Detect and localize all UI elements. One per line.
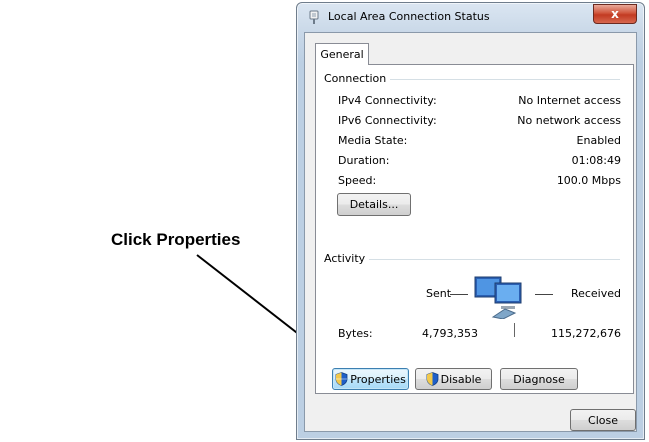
connection-group-divider xyxy=(376,79,620,80)
received-label: Received xyxy=(570,287,621,300)
tab-general[interactable]: General xyxy=(315,43,369,65)
properties-button-label: Properties xyxy=(350,372,406,386)
network-computers-icon xyxy=(474,276,522,319)
ipv6-value: No network access xyxy=(517,114,621,127)
network-adapter-icon xyxy=(309,10,319,24)
title-bar[interactable]: Local Area Connection Status x xyxy=(297,3,644,31)
info-row-media-state: Media State: Enabled xyxy=(338,134,621,148)
diagnose-button[interactable]: Diagnose xyxy=(500,368,578,390)
status-dialog: Local Area Connection Status x General C… xyxy=(296,2,645,440)
close-icon: x xyxy=(611,7,619,21)
properties-button[interactable]: Properties xyxy=(332,368,409,390)
speed-value: 100.0 Mbps xyxy=(556,174,621,187)
bytes-separator xyxy=(514,323,515,337)
connection-group-label: Connection xyxy=(324,72,391,85)
close-window-button[interactable]: x xyxy=(593,4,637,24)
ipv4-value: No Internet access xyxy=(518,94,621,107)
uac-shield-icon xyxy=(426,372,438,386)
bytes-received-value: 115,272,676 xyxy=(551,327,621,340)
disable-button[interactable]: Disable xyxy=(415,368,492,390)
info-row-speed: Speed: 100.0 Mbps xyxy=(338,174,621,188)
ipv6-label: IPv6 Connectivity: xyxy=(338,114,437,127)
speed-label: Speed: xyxy=(338,174,377,187)
sent-line xyxy=(450,294,468,295)
ipv4-label: IPv4 Connectivity: xyxy=(338,94,437,107)
uac-shield-icon xyxy=(335,372,348,386)
sent-label: Sent xyxy=(426,287,452,300)
details-button[interactable]: Details... xyxy=(337,193,411,216)
duration-value: 01:08:49 xyxy=(571,154,621,167)
bytes-label: Bytes: xyxy=(338,327,373,340)
activity-group-label: Activity xyxy=(324,252,370,265)
activity-group-divider xyxy=(368,259,620,260)
dialog-client-area: General Connection IPv4 Connectivity: No… xyxy=(304,32,637,432)
general-tab-panel: Connection IPv4 Connectivity: No Interne… xyxy=(315,64,634,394)
media-state-label: Media State: xyxy=(338,134,408,147)
close-button[interactable]: Close xyxy=(570,409,636,431)
bytes-sent-value: 4,793,353 xyxy=(422,327,478,340)
media-state-value: Enabled xyxy=(576,134,621,147)
info-row-duration: Duration: 01:08:49 xyxy=(338,154,621,168)
disable-button-label: Disable xyxy=(440,372,482,386)
info-row-ipv4: IPv4 Connectivity: No Internet access xyxy=(338,94,621,108)
window-title: Local Area Connection Status xyxy=(328,10,490,23)
received-line xyxy=(535,294,553,295)
info-row-ipv6: IPv6 Connectivity: No network access xyxy=(338,114,621,128)
duration-label: Duration: xyxy=(338,154,390,167)
